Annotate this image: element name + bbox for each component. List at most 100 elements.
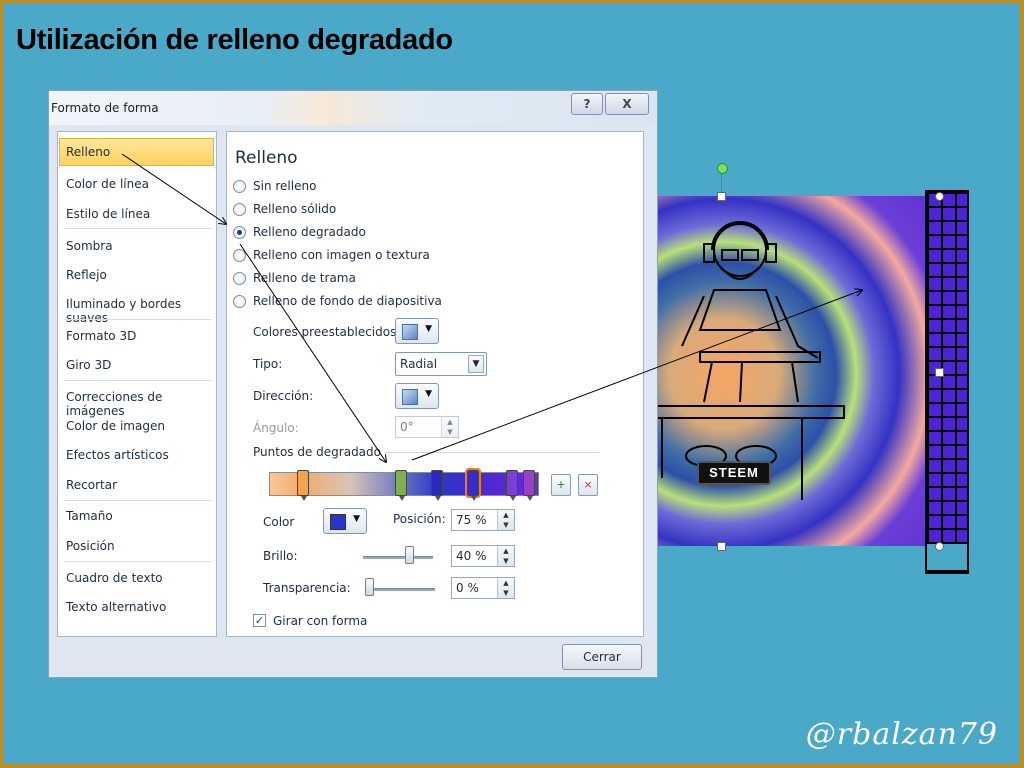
transparency-spinner[interactable]: 0 % ▲ ▼ <box>451 577 515 599</box>
brightness-label: Brillo: <box>263 549 298 563</box>
brightness-spinner[interactable]: 40 % ▲ ▼ <box>451 545 515 567</box>
nav-item-giro-3d[interactable]: Giro 3D <box>66 358 111 372</box>
radio-label: Relleno degradado <box>253 225 366 239</box>
transparency-slider-thumb[interactable] <box>365 578 374 596</box>
radio-sin-relleno[interactable] <box>233 180 246 193</box>
type-label: Tipo: <box>253 357 283 371</box>
gradient-stop[interactable] <box>431 470 443 501</box>
close-window-button[interactable]: X <box>605 93 649 115</box>
type-select[interactable]: Radial ▼ <box>395 352 487 376</box>
nav-item-correcciones[interactable]: Correcciones de imágenes <box>66 390 216 418</box>
brightness-slider-thumb[interactable] <box>405 546 414 564</box>
radio-relleno-fondo[interactable] <box>233 295 246 308</box>
spin-arrows-icon: ▲ ▼ <box>497 510 514 530</box>
position-value: 75 % <box>456 513 487 527</box>
nav-item-reflejo[interactable]: Reflejo <box>66 268 107 282</box>
nav-separator <box>64 228 212 229</box>
resize-handle-right[interactable] <box>935 368 944 377</box>
nav-item-cuadro-de-texto[interactable]: Cuadro de texto <box>66 571 163 585</box>
format-shape-dialog: Formato de forma ? X Relleno Color de lí… <box>48 90 658 678</box>
nav-item-efectos-artisticos[interactable]: Efectos artísticos <box>66 448 169 462</box>
radio-relleno-degradado[interactable] <box>233 226 246 239</box>
nav-item-sombra[interactable]: Sombra <box>66 239 113 253</box>
position-label: Posición: <box>393 512 446 526</box>
grid-column <box>925 190 969 574</box>
angle-label: Ángulo: <box>253 421 299 435</box>
angle-spinner[interactable]: 0° ▲ ▼ <box>395 416 459 438</box>
nav-item-formato-3d[interactable]: Formato 3D <box>66 329 136 343</box>
nav-item-recortar[interactable]: Recortar <box>66 478 117 492</box>
color-picker-button[interactable]: ▼ <box>323 508 367 534</box>
slide-title: Utilización de relleno degradado <box>16 24 453 56</box>
type-value: Radial <box>400 357 438 371</box>
gradient-stop[interactable] <box>523 470 535 501</box>
nav-item-iluminado[interactable]: Iluminado y bordes suaves <box>66 297 216 325</box>
grid-cells <box>927 192 967 572</box>
gradient-stop[interactable] <box>506 470 518 501</box>
position-spinner[interactable]: 75 % ▲ ▼ <box>451 509 515 531</box>
spin-arrows-icon: ▲ ▼ <box>441 417 458 437</box>
resize-handle-bottom[interactable] <box>717 542 726 551</box>
grid-bottom-box <box>925 542 969 572</box>
add-stop-icon[interactable]: + <box>551 474 571 496</box>
paint-bucket-icon <box>330 514 346 530</box>
nav-item-color-de-linea[interactable]: Color de línea <box>66 177 149 191</box>
nav-item-tamano[interactable]: Tamaño <box>66 509 113 523</box>
gradient-stop[interactable] <box>297 470 309 501</box>
gradient-stop[interactable] <box>395 470 407 501</box>
radio-relleno-imagen[interactable] <box>233 249 246 262</box>
steem-sticker: STEEM <box>697 461 771 485</box>
dialog-titlebar[interactable]: Formato de forma ? X <box>49 91 657 125</box>
panel-title: Relleno <box>235 148 298 168</box>
angle-value: 0° <box>400 420 414 434</box>
resize-handle-bottom-right[interactable] <box>935 542 944 551</box>
gradient-stops-label: Puntos de degradado <box>253 445 385 459</box>
dialog-title: Formato de forma <box>51 101 159 115</box>
nav-separator <box>64 500 212 501</box>
nav-separator <box>64 561 212 562</box>
resize-handle-top-right[interactable] <box>935 192 944 201</box>
spin-arrows-icon: ▲ ▼ <box>497 546 514 566</box>
rotate-with-shape-checkbox[interactable]: ✓ <box>253 614 266 627</box>
chevron-down-icon: ▼ <box>425 389 432 399</box>
nav-item-texto-alternativo[interactable]: Texto alternativo <box>66 600 166 614</box>
chevron-down-icon: ▼ <box>468 355 484 373</box>
transparency-label: Transparencia: <box>263 581 351 595</box>
brightness-slider-track[interactable] <box>363 556 433 559</box>
radio-relleno-trama[interactable] <box>233 272 246 285</box>
person-illustration-icon <box>651 221 845 500</box>
radio-label: Relleno de fondo de diapositiva <box>253 294 442 308</box>
rotation-handle[interactable] <box>717 163 728 174</box>
radio-label: Relleno sólido <box>253 202 337 216</box>
fill-panel: Relleno Sin relleno Relleno sólido Relle… <box>226 131 644 637</box>
chevron-down-icon: ▼ <box>353 514 360 524</box>
author-watermark: @rbalzan79 <box>805 717 998 752</box>
nav-separator <box>64 319 212 320</box>
preset-swatch-icon <box>402 324 418 340</box>
direction-label: Dirección: <box>253 389 314 403</box>
radio-label: Sin relleno <box>253 179 317 193</box>
nav-item-posicion[interactable]: Posición <box>66 539 115 553</box>
color-label: Color <box>263 515 295 529</box>
preset-colors-label: Colores preestablecidos: <box>253 325 401 339</box>
radio-relleno-solido[interactable] <box>233 203 246 216</box>
direction-button[interactable]: ▼ <box>395 383 439 409</box>
resize-handle-top[interactable] <box>717 192 726 201</box>
gradient-stop-selected[interactable] <box>465 468 481 501</box>
radio-label: Relleno con imagen o textura <box>253 248 430 262</box>
transparency-slider-track[interactable] <box>365 588 435 591</box>
nav-item-color-de-imagen[interactable]: Color de imagen <box>66 419 165 433</box>
nav-list: Relleno Color de línea Estilo de línea S… <box>57 131 217 637</box>
help-button[interactable]: ? <box>571 93 603 115</box>
nav-item-relleno[interactable]: Relleno <box>59 138 214 166</box>
rotate-with-shape-label: Girar con forma <box>273 614 368 628</box>
transparency-value: 0 % <box>456 581 479 595</box>
direction-swatch-icon <box>402 389 418 405</box>
nav-item-estilo-de-linea[interactable]: Estilo de línea <box>66 207 150 221</box>
chevron-down-icon: ▼ <box>425 324 432 334</box>
remove-stop-icon[interactable]: × <box>578 474 598 496</box>
artwork[interactable]: STEEM <box>642 163 972 574</box>
close-button[interactable]: Cerrar <box>562 644 642 670</box>
brightness-value: 40 % <box>456 549 487 563</box>
preset-colors-button[interactable]: ▼ <box>395 318 439 344</box>
